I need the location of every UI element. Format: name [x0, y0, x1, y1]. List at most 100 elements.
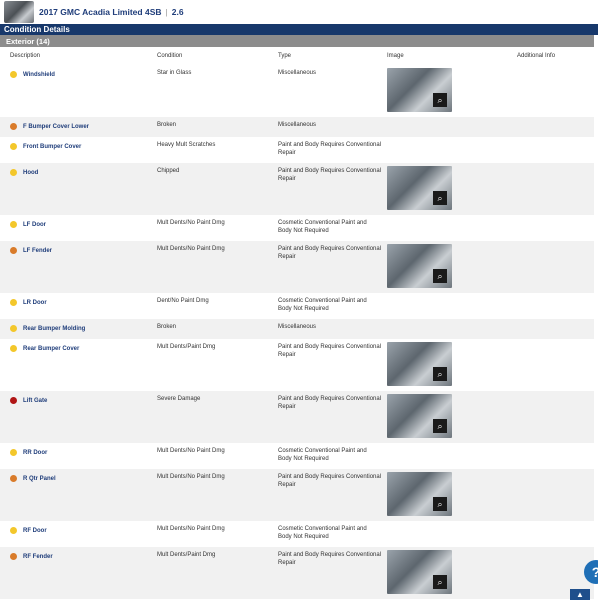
- magnify-icon[interactable]: ⌕: [433, 367, 447, 381]
- col-header-type: Type: [278, 53, 292, 59]
- damage-type: Cosmetic Conventional Paint and Body Not…: [278, 526, 367, 540]
- section-title-bar: Condition Details: [0, 24, 598, 35]
- damage-type: Miscellaneous: [278, 324, 317, 330]
- table-row: RF Door Mult Dents/No Paint Dmg Cosmetic C…: [0, 521, 594, 547]
- damage-type: Cosmetic Conventional Paint and Body Not…: [278, 448, 367, 462]
- damage-description-link[interactable]: Hood: [23, 170, 38, 176]
- vehicle-thumbnail[interactable]: [4, 1, 34, 23]
- section-title: Condition Details: [4, 25, 70, 34]
- severity-dot-icon: [10, 553, 17, 560]
- table-row: Windshield Star in Glass Miscellaneous ⌕: [0, 65, 594, 117]
- magnify-icon[interactable]: ⌕: [433, 497, 447, 511]
- col-header-description: Description: [10, 53, 41, 59]
- damage-type: Paint and Body Requires Conventional Rep…: [278, 552, 382, 566]
- severity-dot-icon: [10, 71, 17, 78]
- damage-type: Paint and Body Requires Conventional Rep…: [278, 474, 382, 488]
- damage-description-link[interactable]: LF Fender: [23, 248, 52, 254]
- damage-type: Paint and Body Requires Conventional Rep…: [278, 344, 382, 358]
- damage-condition: Mult Dents/No Paint Dmg: [157, 448, 225, 454]
- severity-dot-icon: [10, 123, 17, 130]
- table-row: Rear Bumper Cover Mult Dents/Paint Dmg Pai…: [0, 339, 594, 391]
- chevron-up-icon[interactable]: ▲: [570, 589, 590, 600]
- table-row: Lift Gate Severe Damage Paint and Body Req…: [0, 391, 594, 443]
- damage-description-link[interactable]: Windshield: [23, 72, 55, 78]
- magnify-icon[interactable]: ⌕: [433, 419, 447, 433]
- damage-type: Miscellaneous: [278, 122, 317, 128]
- damage-description-link[interactable]: RF Door: [23, 528, 47, 534]
- severity-dot-icon: [10, 247, 17, 254]
- severity-dot-icon: [10, 475, 17, 482]
- exterior-group-bar[interactable]: Exterior (14): [0, 35, 594, 47]
- vehicle-title: 2017 GMC Acadia Limited 4SB: [39, 7, 162, 17]
- damage-description-link[interactable]: Rear Bumper Molding: [23, 326, 85, 332]
- damage-description-link[interactable]: F Bumper Cover Lower: [23, 124, 89, 130]
- damage-type: Paint and Body Requires Conventional Rep…: [278, 246, 382, 260]
- damage-photo-thumbnail[interactable]: ⌕: [387, 166, 452, 210]
- magnify-icon[interactable]: ⌕: [433, 93, 447, 107]
- damage-condition: Broken: [157, 324, 177, 330]
- table-row: RF Fender Mult Dents/Paint Dmg Paint and B…: [0, 547, 594, 599]
- vehicle-header: 2017 GMC Acadia Limited 4SB | 2.6: [0, 0, 598, 24]
- damage-type: Paint and Body Requires Conventional Rep…: [278, 168, 382, 182]
- magnify-icon[interactable]: ⌕: [433, 191, 447, 205]
- damage-condition: Star in Glass: [157, 70, 192, 76]
- table-row: R Qtr Panel Mult Dents/No Paint Dmg Paint …: [0, 469, 594, 521]
- damage-type: Paint and Body Requires Conventional Rep…: [278, 396, 382, 410]
- table-row: LR Door Dent/No Paint Dmg Cosmetic Convent…: [0, 293, 594, 319]
- table-row: LF Door Mult Dents/No Paint Dmg Cosmetic C…: [0, 215, 594, 241]
- damage-photo-thumbnail[interactable]: ⌕: [387, 342, 452, 386]
- table-row: F Bumper Cover Lower Broken Miscellaneous: [0, 117, 594, 137]
- group-title: Exterior (14): [6, 36, 50, 46]
- damage-type: Cosmetic Conventional Paint and Body Not…: [278, 298, 367, 312]
- damage-condition: Broken: [157, 122, 177, 128]
- column-headers: Description Condition Type Image Additio…: [0, 50, 594, 64]
- damage-condition: Severe Damage: [157, 396, 201, 402]
- col-header-condition: Condition: [157, 53, 183, 59]
- damage-condition: Chipped: [157, 168, 180, 174]
- damage-description-link[interactable]: RR Door: [23, 450, 47, 456]
- damage-type: Cosmetic Conventional Paint and Body Not…: [278, 220, 367, 234]
- table-row: LF Fender Mult Dents/No Paint Dmg Paint an…: [0, 241, 594, 293]
- damage-description-link[interactable]: Rear Bumper Cover: [23, 346, 79, 352]
- damage-type: Paint and Body Requires Conventional Rep…: [278, 142, 382, 156]
- damage-description-link[interactable]: RF Fender: [23, 554, 53, 560]
- damage-photo-thumbnail[interactable]: ⌕: [387, 68, 452, 112]
- col-header-image: Image: [387, 53, 404, 59]
- severity-dot-icon: [10, 221, 17, 228]
- damage-condition: Mult Dents/No Paint Dmg: [157, 220, 225, 226]
- damage-photo-thumbnail[interactable]: ⌕: [387, 550, 452, 594]
- table-row: Hood Chipped Paint and Body Requires Conve…: [0, 163, 594, 215]
- col-header-additional-info: Additional Info: [517, 53, 556, 59]
- damage-condition: Dent/No Paint Dmg: [157, 298, 209, 304]
- damage-condition: Mult Dents/Paint Dmg: [157, 344, 216, 350]
- table-row: Rear Bumper Molding Broken Miscellaneous: [0, 319, 594, 339]
- table-row: RR Door Mult Dents/No Paint Dmg Cosmetic C…: [0, 443, 594, 469]
- magnify-icon[interactable]: ⌕: [433, 269, 447, 283]
- severity-dot-icon: [10, 299, 17, 306]
- magnify-icon[interactable]: ⌕: [433, 575, 447, 589]
- severity-dot-icon: [10, 345, 17, 352]
- version-number: 2.6: [171, 7, 184, 17]
- severity-dot-icon: [10, 169, 17, 176]
- severity-dot-icon: [10, 527, 17, 534]
- damage-condition: Mult Dents/Paint Dmg: [157, 552, 216, 558]
- damage-description-link[interactable]: LR Door: [23, 300, 47, 306]
- severity-dot-icon: [10, 397, 17, 404]
- damage-photo-thumbnail[interactable]: ⌕: [387, 472, 452, 516]
- severity-dot-icon: [10, 449, 17, 456]
- damage-description-link[interactable]: Lift Gate: [23, 398, 47, 404]
- damage-condition: Mult Dents/No Paint Dmg: [157, 526, 225, 532]
- damage-condition: Heavy Mult Scratches: [157, 142, 216, 148]
- damage-description-link[interactable]: LF Door: [23, 222, 46, 228]
- title-separator: |: [165, 7, 168, 17]
- damage-description-link[interactable]: Front Bumper Cover: [23, 144, 81, 150]
- damage-photo-thumbnail[interactable]: ⌕: [387, 244, 452, 288]
- damage-condition: Mult Dents/No Paint Dmg: [157, 474, 225, 480]
- damage-photo-thumbnail[interactable]: ⌕: [387, 394, 452, 438]
- severity-dot-icon: [10, 143, 17, 150]
- damage-description-link[interactable]: R Qtr Panel: [23, 476, 56, 482]
- table-row: Front Bumper Cover Heavy Mult Scratches Pa…: [0, 137, 594, 163]
- severity-dot-icon: [10, 325, 17, 332]
- damage-type: Miscellaneous: [278, 70, 317, 76]
- damage-condition: Mult Dents/No Paint Dmg: [157, 246, 225, 252]
